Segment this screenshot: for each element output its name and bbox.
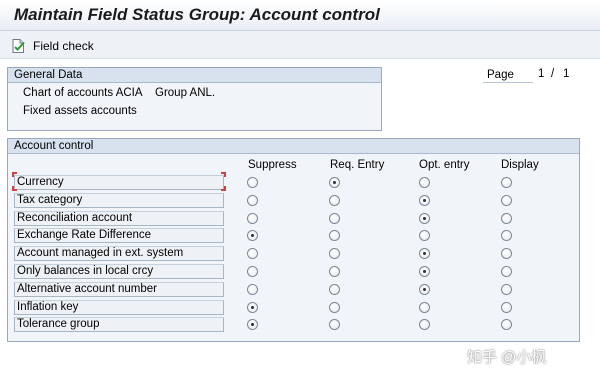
radio-display[interactable] — [501, 301, 512, 313]
page-slash: / — [551, 68, 555, 80]
group-text: Group ANL. — [155, 87, 216, 99]
radio-opt-entry[interactable] — [419, 301, 430, 313]
field-check-button[interactable]: Field check — [12, 37, 94, 55]
radio-opt-entry[interactable] — [419, 194, 430, 206]
radio-suppress[interactable] — [247, 177, 258, 188]
focus-corner-tr — [221, 172, 226, 177]
radio-opt-entry[interactable] — [419, 266, 430, 277]
radio-display[interactable] — [501, 266, 512, 277]
radio-req-entry[interactable] — [329, 301, 340, 313]
general-data-panel: General Data — [7, 67, 382, 131]
field-label: Only balances in local crcy — [14, 264, 224, 279]
watermark-text: 知乎 @小枫 — [467, 349, 547, 366]
field-label: Exchange Rate Difference — [14, 228, 224, 244]
page-label: Page — [487, 69, 514, 81]
field-label: Alternative account number — [14, 281, 224, 297]
general-data-header: General Data — [8, 68, 381, 83]
column-header-display: Display — [501, 159, 539, 171]
page-title: Maintain Field Status Group: Account con… — [14, 5, 380, 24]
focus-corner-tl — [12, 172, 17, 177]
radio-suppress[interactable] — [247, 194, 258, 206]
radio-suppress[interactable] — [247, 212, 258, 224]
radio-req-entry[interactable] — [329, 266, 340, 277]
radio-suppress[interactable] — [247, 266, 258, 277]
radio-suppress[interactable] — [247, 301, 258, 313]
field-label: Tolerance group — [14, 317, 224, 333]
radio-req-entry[interactable] — [329, 283, 340, 295]
radio-req-entry[interactable] — [329, 212, 340, 224]
column-header-suppress: Suppress — [248, 159, 297, 171]
radio-display[interactable] — [501, 177, 512, 188]
radio-req-entry[interactable] — [329, 194, 340, 206]
radio-display[interactable] — [501, 212, 512, 224]
radio-display[interactable] — [501, 283, 512, 295]
application-toolbar: Field check — [0, 31, 600, 59]
radio-opt-entry[interactable] — [419, 177, 430, 188]
radio-req-entry[interactable] — [329, 177, 340, 188]
page-separator-line — [483, 82, 533, 83]
field-label: Inflation key — [14, 299, 224, 315]
field-label: Currency — [14, 175, 224, 190]
account-control-header: Account control — [8, 139, 579, 154]
radio-opt-entry[interactable] — [419, 283, 430, 295]
radio-suppress[interactable] — [247, 283, 258, 295]
chart-of-accounts-text: Chart of accounts ACIA — [23, 87, 143, 99]
column-header-req-entry: Req. Entry — [330, 159, 385, 171]
group-description-text: Fixed assets accounts — [23, 105, 137, 117]
focus-corner-bl — [12, 186, 17, 191]
field-check-icon — [12, 39, 25, 53]
radio-display[interactable] — [501, 194, 512, 206]
radio-opt-entry[interactable] — [419, 212, 430, 224]
field-label: Account managed in ext. system — [14, 246, 224, 262]
title-bar: Maintain Field Status Group: Account con… — [0, 0, 600, 31]
page-current: 1 — [538, 68, 545, 80]
field-label: Tax category — [14, 192, 224, 208]
page-total: 1 — [563, 68, 570, 80]
field-label: Reconciliation account — [14, 210, 224, 226]
column-header-opt-entry: Opt. entry — [419, 159, 470, 171]
field-check-label: Field check — [33, 39, 94, 53]
focus-corner-br — [221, 186, 226, 191]
